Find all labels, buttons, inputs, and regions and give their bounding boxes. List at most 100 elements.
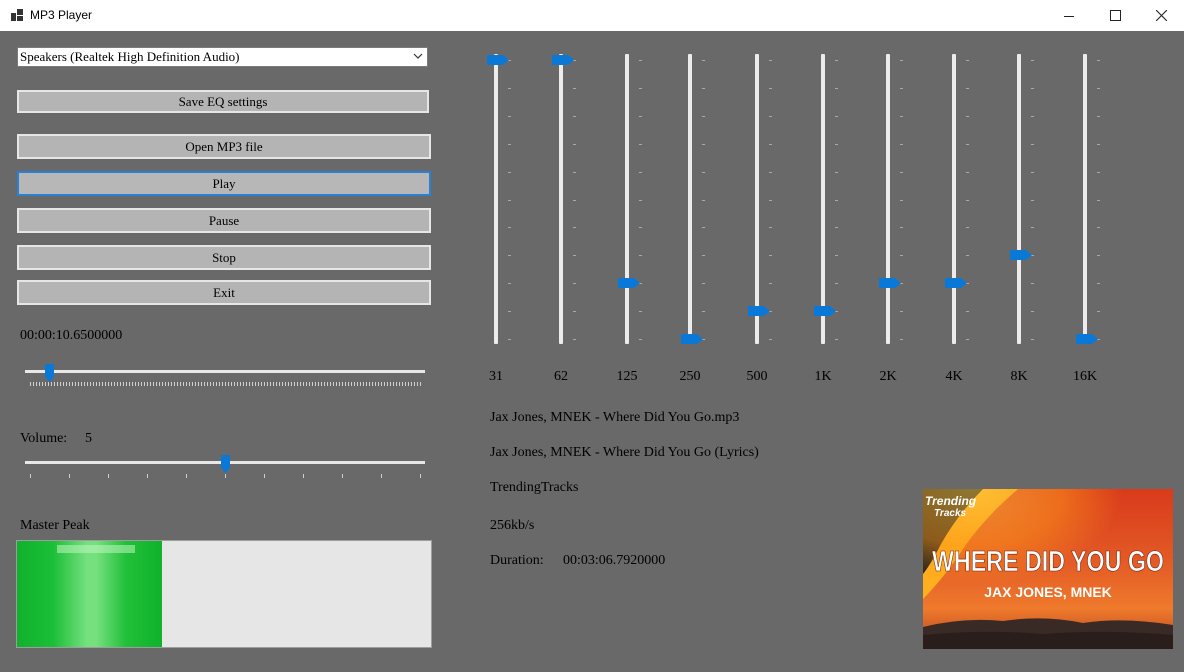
volume-tick [303, 474, 304, 478]
eq-tick [966, 199, 969, 201]
eq-thumb-4K[interactable] [945, 277, 967, 289]
eq-tick [1097, 227, 1100, 229]
eq-tick [900, 115, 903, 117]
eq-track-16K[interactable] [1083, 54, 1087, 344]
eq-track-500[interactable] [755, 54, 759, 344]
eq-thumb-16K[interactable] [1076, 333, 1098, 345]
position-tick [243, 382, 244, 386]
eq-tick [835, 199, 838, 201]
position-tick [420, 382, 421, 386]
position-tick [237, 382, 238, 386]
position-tick [234, 382, 235, 386]
eq-tick [900, 339, 903, 340]
eq-thumb-31[interactable] [487, 54, 509, 66]
position-tick [315, 382, 316, 386]
position-tick [330, 382, 331, 386]
minimize-button[interactable] [1046, 0, 1092, 31]
position-tick [402, 382, 403, 386]
position-tick [246, 382, 247, 386]
master-peak-meter [16, 540, 432, 648]
title-bar: MP3 Player [0, 0, 1184, 31]
stop-button[interactable]: Stop [17, 245, 431, 270]
eq-thumb-500[interactable] [748, 305, 770, 317]
position-tick [30, 382, 31, 386]
position-tick [120, 382, 121, 386]
eq-thumb-1K[interactable] [814, 305, 836, 317]
position-tick [414, 382, 415, 386]
eq-tick [1097, 311, 1100, 313]
eq-band-label: 250 [679, 369, 701, 384]
eq-tick [573, 227, 576, 229]
position-tick [114, 382, 115, 386]
open-file-button[interactable]: Open MP3 file [17, 134, 431, 159]
position-tick [270, 382, 271, 386]
position-tick [249, 382, 250, 386]
eq-thumb-250[interactable] [681, 333, 703, 345]
position-tick [267, 382, 268, 386]
eq-thumb-62[interactable] [552, 54, 574, 66]
eq-tick [639, 199, 642, 201]
position-tick [333, 382, 334, 386]
eq-track-1K[interactable] [821, 54, 825, 344]
position-tick [174, 382, 175, 386]
eq-track-31[interactable] [494, 54, 498, 344]
track-duration: 00:03:06.7920000 [563, 553, 666, 568]
position-tick [321, 382, 322, 386]
maximize-button[interactable] [1092, 0, 1138, 31]
duration-label: Duration: [490, 553, 544, 568]
position-tick [162, 382, 163, 386]
save-eq-button[interactable]: Save EQ settings [17, 90, 429, 113]
eq-track-250[interactable] [688, 54, 692, 344]
eq-thumb-125[interactable] [618, 277, 640, 289]
volume-slider-thumb[interactable] [220, 455, 231, 473]
position-tick [72, 382, 73, 386]
eq-track-4K[interactable] [952, 54, 956, 344]
position-tick [213, 382, 214, 386]
position-tick [99, 382, 100, 386]
eq-tick [508, 283, 511, 285]
eq-track-125[interactable] [625, 54, 629, 344]
eq-band-label: 16K [1072, 369, 1098, 384]
eq-thumb-2K[interactable] [879, 277, 901, 289]
position-tick [39, 382, 40, 386]
eq-track-2K[interactable] [886, 54, 890, 344]
eq-tick [900, 255, 903, 257]
eq-tick [639, 255, 642, 257]
eq-track-62[interactable] [559, 54, 563, 344]
position-tick [144, 382, 145, 386]
eq-track-8K[interactable] [1017, 54, 1021, 344]
play-button[interactable]: Play [17, 171, 431, 196]
eq-tick [573, 143, 576, 145]
position-tick [288, 382, 289, 386]
eq-tick [702, 87, 705, 89]
eq-tick [1031, 339, 1034, 340]
position-tick [228, 382, 229, 386]
eq-tick [769, 60, 772, 61]
position-track[interactable] [25, 370, 425, 373]
close-button[interactable] [1138, 0, 1184, 31]
eq-tick [900, 199, 903, 201]
exit-button[interactable]: Exit [17, 280, 431, 305]
eq-tick [639, 60, 642, 61]
eq-tick [573, 87, 576, 89]
position-tick [210, 382, 211, 386]
eq-band-label: 1K [814, 369, 832, 384]
eq-tick [702, 143, 705, 145]
position-tick [222, 382, 223, 386]
position-tick [126, 382, 127, 386]
pause-button[interactable]: Pause [17, 208, 431, 233]
eq-tick [769, 143, 772, 145]
position-tick [264, 382, 265, 386]
position-tick [63, 382, 64, 386]
position-tick [207, 382, 208, 386]
eq-tick [769, 171, 772, 173]
position-tick [375, 382, 376, 386]
position-tick [291, 382, 292, 386]
position-slider-thumb[interactable] [44, 364, 55, 382]
position-tick [393, 382, 394, 386]
position-tick [273, 382, 274, 386]
eq-thumb-8K[interactable] [1010, 249, 1032, 261]
output-device-select[interactable]: Speakers (Realtek High Definition Audio) [17, 47, 428, 67]
position-tick [186, 382, 187, 386]
position-tick [219, 382, 220, 386]
